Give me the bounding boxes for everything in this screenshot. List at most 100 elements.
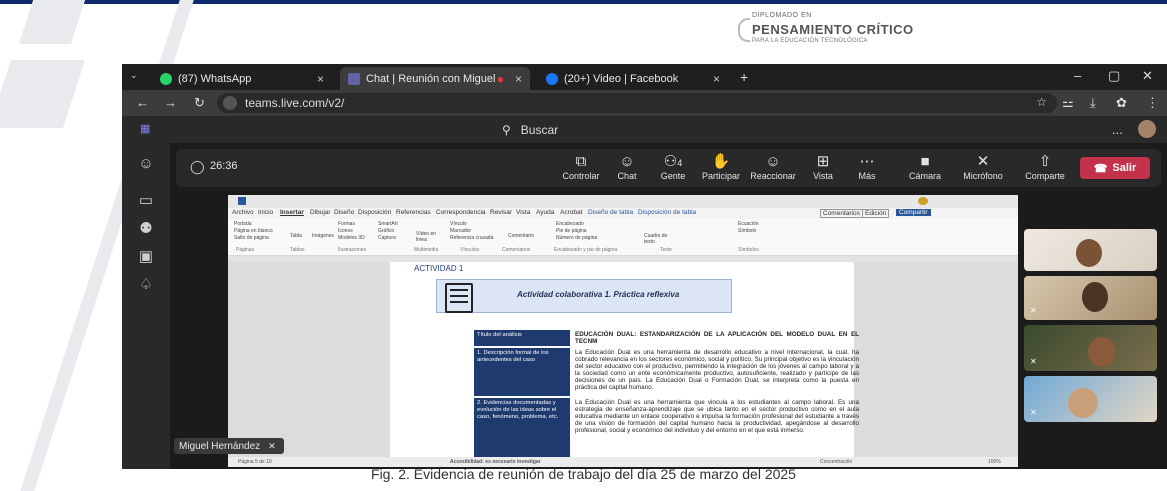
url-field[interactable]: teams.live.com/v2/ ☆ bbox=[217, 93, 1057, 113]
tab-whatsapp[interactable]: (87) WhatsApp × bbox=[152, 67, 332, 90]
ribbon-ecuacion[interactable]: Ecuación bbox=[738, 221, 759, 227]
share-icon: ⇧ bbox=[1038, 153, 1052, 170]
ribbon-numero-pagina[interactable]: Número de página bbox=[556, 235, 597, 241]
menu-acrobat[interactable]: Acrobat bbox=[560, 209, 582, 216]
teams-search[interactable]: ⚲ Buscar bbox=[502, 120, 862, 139]
calendar-icon[interactable]: ▣ bbox=[136, 247, 156, 267]
menu-vista[interactable]: Vista bbox=[516, 209, 530, 216]
close-window-icon[interactable]: ✕ bbox=[1142, 68, 1153, 84]
presenter-nameplate: Miguel Hernández ✕ bbox=[174, 438, 284, 454]
ribbon-cuadro-texto[interactable]: Cuadro de texto bbox=[644, 233, 674, 245]
ribbon-imagenes[interactable]: Imágenes bbox=[312, 233, 334, 239]
meet-camera-icon[interactable]: ▭ bbox=[136, 191, 156, 211]
menu-diseno[interactable]: Diseño bbox=[334, 209, 354, 216]
people-icon[interactable]: ⚉ bbox=[136, 219, 156, 239]
ribbon-video[interactable]: Vídeo en línea bbox=[416, 231, 438, 243]
ribbon-pie-pagina[interactable]: Pie de página bbox=[556, 228, 587, 234]
tab-search-icon[interactable]: ⌄ bbox=[130, 70, 138, 81]
raise-hand-icon: ✋ bbox=[711, 153, 731, 170]
participant-face bbox=[1076, 239, 1102, 267]
site-info-icon[interactable] bbox=[223, 96, 237, 110]
share-button[interactable]: ⇧ Comparte bbox=[1022, 153, 1068, 181]
group-multimedia: Multimedia bbox=[414, 247, 439, 253]
ribbon-smartart[interactable]: SmartArt bbox=[378, 221, 398, 227]
facebook-icon bbox=[546, 72, 558, 85]
ribbon-tabla[interactable]: Tabla bbox=[290, 233, 302, 239]
settings-more-icon[interactable]: ... bbox=[1112, 122, 1123, 137]
close-icon[interactable]: × bbox=[317, 72, 324, 86]
menu-disposicion[interactable]: Disposición bbox=[358, 209, 391, 216]
extensions-icon[interactable]: ⚍ bbox=[1062, 95, 1074, 111]
leave-button[interactable]: ☎ Salir bbox=[1080, 157, 1150, 179]
raise-hand-button[interactable]: ✋ Participar bbox=[698, 153, 744, 181]
view-button[interactable]: ⊞ Vista bbox=[800, 153, 846, 181]
document-page[interactable]: ACTIVIDAD 1 Actividad colaborativa 1. Pr… bbox=[390, 262, 859, 458]
menu-disposicion-tabla[interactable]: Disposición de tabla bbox=[638, 209, 696, 216]
ribbon-portada[interactable]: Portada bbox=[234, 221, 252, 227]
participant-video-4[interactable]: ✕ bbox=[1024, 376, 1157, 422]
microphone-button[interactable]: ✕ Micrófono bbox=[960, 153, 1006, 181]
close-icon[interactable]: × bbox=[515, 72, 522, 86]
ribbon-simbolo[interactable]: Símbolo bbox=[738, 228, 756, 234]
reload-icon[interactable]: ↻ bbox=[194, 95, 205, 111]
chat-button[interactable]: ☺ Chat bbox=[604, 153, 650, 181]
new-tab-button[interactable]: + bbox=[740, 69, 748, 85]
forward-icon[interactable]: → bbox=[164, 95, 177, 110]
menu-icon[interactable]: ⋮ bbox=[1146, 95, 1159, 111]
participant-video-1[interactable] bbox=[1024, 229, 1157, 271]
menu-inicio[interactable]: Inicio bbox=[258, 209, 273, 216]
activity-banner: Actividad colaborativa 1. Práctica refle… bbox=[436, 279, 732, 313]
avatar[interactable] bbox=[1138, 120, 1156, 138]
comments-button[interactable]: Comentarios bbox=[820, 209, 863, 218]
ribbon-grafico[interactable]: Gráfico bbox=[378, 228, 394, 234]
ribbon-comentario[interactable]: Comentario bbox=[508, 233, 534, 239]
focus-mode[interactable]: Concentración bbox=[820, 459, 852, 465]
ribbon-salto-pagina[interactable]: Salto de página bbox=[234, 235, 269, 241]
extension-icon[interactable]: ✿ bbox=[1116, 95, 1127, 111]
people-button[interactable]: ⚇4 Gente bbox=[650, 153, 696, 181]
close-icon[interactable]: × bbox=[713, 72, 720, 86]
word-logo-icon bbox=[238, 197, 246, 205]
activity-bell-icon[interactable]: ♤ bbox=[136, 275, 156, 295]
participant-video-3[interactable]: ✕ bbox=[1024, 325, 1157, 371]
menu-archivo[interactable]: Archivo bbox=[232, 209, 254, 216]
ribbon-marcador[interactable]: Marcador bbox=[450, 228, 471, 234]
ribbon-referencia-cruzada[interactable]: Referencia cruzada bbox=[450, 235, 493, 241]
ribbon-iconos[interactable]: Iconos bbox=[338, 228, 353, 234]
menu-diseno-tabla[interactable]: Diseño de tabla bbox=[588, 209, 633, 216]
menu-dibujar[interactable]: Dibujar bbox=[310, 209, 331, 216]
share-doc-button[interactable]: Compartir bbox=[896, 209, 931, 216]
camera-button[interactable]: ■ Cámara bbox=[902, 153, 948, 181]
ribbon-vinculo[interactable]: Vínculo bbox=[450, 221, 467, 227]
ribbon-formas[interactable]: Formas bbox=[338, 221, 355, 227]
share-screen-button[interactable]: ⧉ Controlar bbox=[558, 153, 604, 181]
react-button[interactable]: ☺ Reaccionar bbox=[750, 153, 796, 181]
bookmark-star-icon[interactable]: ☆ bbox=[1036, 95, 1047, 109]
menu-revisar[interactable]: Revisar bbox=[490, 209, 512, 216]
maximize-icon[interactable]: ▢ bbox=[1108, 68, 1120, 84]
search-input[interactable]: Buscar bbox=[521, 123, 558, 137]
more-button[interactable]: ⋯ Más bbox=[844, 153, 890, 181]
zoom-level[interactable]: 100% bbox=[988, 459, 1001, 465]
ribbon-captura[interactable]: Captura bbox=[378, 235, 396, 241]
back-icon[interactable]: ← bbox=[136, 95, 149, 110]
group-comentarios: Comentarios bbox=[502, 247, 531, 253]
ribbon-modelos-3d[interactable]: Modelos 3D bbox=[338, 235, 365, 241]
search-icon: ⚲ bbox=[502, 122, 511, 137]
menu-correspondencia[interactable]: Correspondencia bbox=[436, 209, 486, 216]
menu-referencias[interactable]: Referencias bbox=[396, 209, 431, 216]
tab-facebook[interactable]: (20+) Video | Facebook × bbox=[538, 67, 728, 90]
menu-insertar[interactable]: Insertar bbox=[280, 209, 304, 216]
ribbon-encabezado[interactable]: Encabezado bbox=[556, 221, 584, 227]
menu-ayuda[interactable]: Ayuda bbox=[536, 209, 554, 216]
participant-video-2[interactable]: ✕ bbox=[1024, 276, 1157, 320]
download-icon[interactable]: ⤓ bbox=[1090, 95, 1096, 111]
accessibility-status[interactable]: Accesibilidad: es necesario investigar bbox=[450, 459, 541, 465]
teams-header: ▦ ⚲ Buscar ... bbox=[122, 116, 1167, 143]
chat-icon[interactable]: ☺ bbox=[136, 155, 156, 175]
view-icon: ⊞ bbox=[816, 153, 830, 170]
tab-teams-chat[interactable]: Chat | Reunión con Miguel ● × bbox=[340, 67, 530, 90]
editing-button[interactable]: Edición bbox=[862, 209, 890, 218]
ribbon-pagina-blanco[interactable]: Página en blanco bbox=[234, 228, 273, 234]
minimize-icon[interactable]: – bbox=[1074, 68, 1081, 83]
